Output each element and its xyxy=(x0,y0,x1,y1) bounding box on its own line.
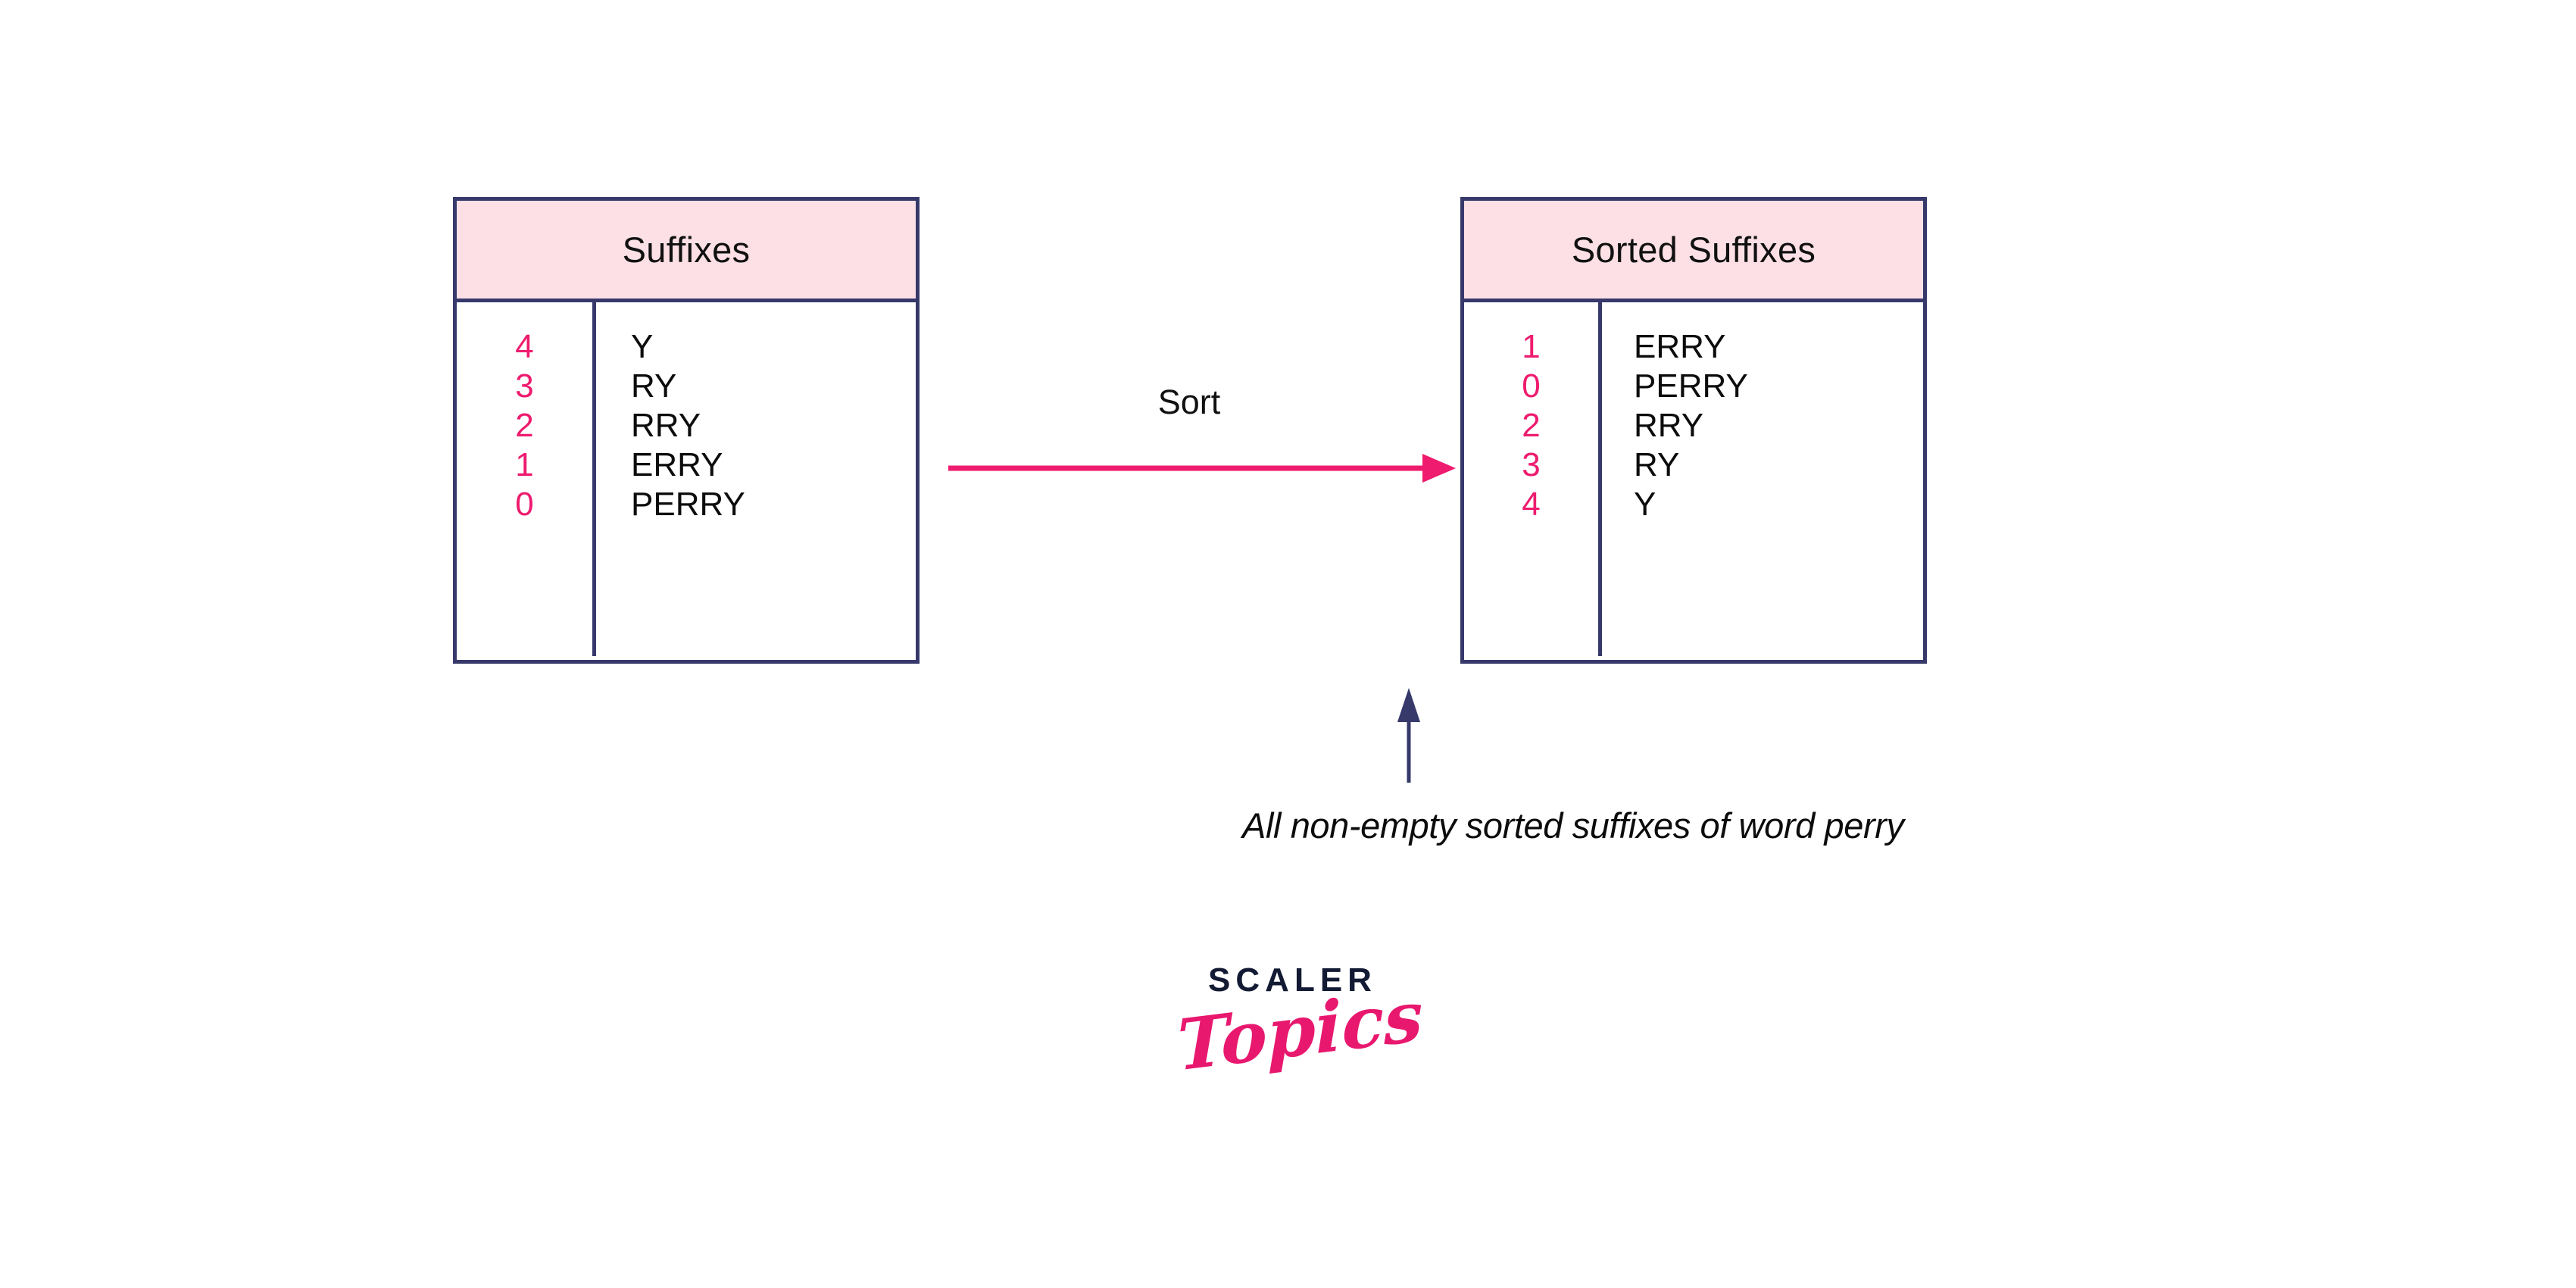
sorted-suffixes-table-header: Sorted Suffixes xyxy=(1464,201,1923,302)
table-row: 1 xyxy=(1522,328,1541,365)
table-row: 3 xyxy=(515,367,534,405)
table-row: ERRY xyxy=(1634,328,1726,365)
table-row: RY xyxy=(631,367,677,405)
table-row: 3 xyxy=(1522,446,1541,483)
suffixes-table-title: Suffixes xyxy=(622,230,751,270)
suffixes-index-column: 4 3 2 1 0 xyxy=(457,302,596,656)
table-row: PERRY xyxy=(1634,367,1748,405)
sort-label: Sort xyxy=(1157,383,1221,421)
table-row: Y xyxy=(1634,486,1656,523)
suffixes-table: Suffixes 4 3 2 1 0 Y RY RRY ERRY PERRY xyxy=(453,197,920,664)
table-row: ERRY xyxy=(631,446,723,483)
up-arrow-icon xyxy=(1379,686,1439,784)
table-row: RRY xyxy=(631,407,701,444)
sorted-suffixes-value-column: ERRY PERRY RRY RY Y xyxy=(1602,302,1923,656)
sorted-suffixes-index-column: 1 0 2 3 4 xyxy=(1464,302,1602,656)
table-row: 2 xyxy=(515,407,534,444)
sorted-suffixes-table-body: 1 0 2 3 4 ERRY PERRY RRY RY Y xyxy=(1464,302,1923,656)
suffixes-table-header: Suffixes xyxy=(457,201,916,302)
table-row: 4 xyxy=(1522,486,1541,523)
table-row: RRY xyxy=(1634,407,1704,444)
suffixes-value-column: Y RY RRY ERRY PERRY xyxy=(596,302,916,656)
annotation-caption: All non-empty sorted suffixes of word pe… xyxy=(1242,805,1904,846)
suffixes-table-body: 4 3 2 1 0 Y RY RRY ERRY PERRY xyxy=(457,302,916,656)
right-arrow-icon xyxy=(947,449,1462,488)
table-row: 0 xyxy=(515,486,534,523)
table-row: RY xyxy=(1634,446,1680,483)
scaler-topics-logo: SCALER Topics xyxy=(1176,964,1424,1115)
table-row: 1 xyxy=(515,446,534,483)
table-row: 2 xyxy=(1522,407,1541,444)
table-row: 0 xyxy=(1522,367,1541,405)
table-row: 4 xyxy=(515,328,534,365)
table-row: PERRY xyxy=(631,486,745,523)
sorted-suffixes-table: Sorted Suffixes 1 0 2 3 4 ERRY PERRY RRY… xyxy=(1460,197,1927,664)
table-row: Y xyxy=(631,328,654,365)
sorted-suffixes-table-title: Sorted Suffixes xyxy=(1571,230,1816,270)
